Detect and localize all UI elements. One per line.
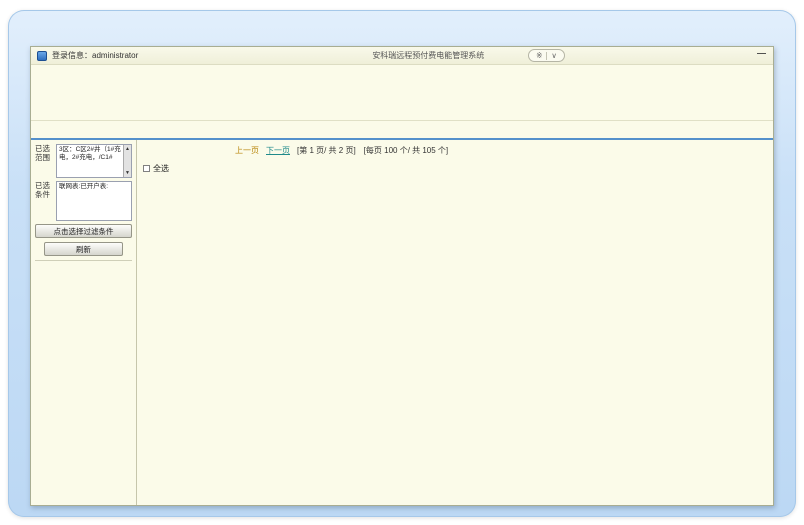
- document-tab-strip: [31, 121, 773, 140]
- style-icon[interactable]: ※: [536, 51, 542, 60]
- desktop-frame: 登录信息：administrator 安科瑞远程预付费电能管理系统 ※ ∨ — …: [8, 10, 796, 517]
- content-area: 已选范围 3区：C区2#井（1#充电，2#充电，/C1# ▲ ▼ 已选条件 联网…: [31, 140, 773, 505]
- pill-divider: [546, 52, 547, 60]
- select-all-label: 全选: [153, 163, 169, 174]
- app-window: 登录信息：administrator 安科瑞远程预付费电能管理系统 ※ ∨ — …: [30, 46, 774, 506]
- login-info: 登录信息：administrator: [52, 50, 138, 61]
- select-all-checkbox[interactable]: [143, 165, 150, 172]
- title-bar: 登录信息：administrator 安科瑞远程预付费电能管理系统 ※ ∨ —: [31, 47, 773, 65]
- selected-condition-box[interactable]: 联网表:已开户表:: [56, 181, 132, 221]
- app-icon: [37, 51, 47, 61]
- menu-bar: [31, 65, 773, 85]
- scroll-down-icon[interactable]: ▼: [125, 170, 130, 177]
- scroll-up-icon[interactable]: ▲: [125, 146, 130, 153]
- action-toolbar: 全选: [143, 160, 767, 177]
- building-tree: [35, 260, 132, 266]
- next-page-link[interactable]: 下一页: [266, 145, 290, 156]
- prev-page-link[interactable]: 上一页: [235, 145, 259, 156]
- refresh-button[interactable]: 刷新: [44, 242, 124, 256]
- select-filter-button[interactable]: 点击选择过滤条件: [35, 224, 132, 238]
- ribbon: [31, 85, 773, 121]
- range-box-scrollbar[interactable]: ▲ ▼: [123, 145, 131, 177]
- select-all[interactable]: 全选: [143, 163, 169, 174]
- main-panel: 上一页 下一页 [第 1 页/ 共 2 页] [每页 100 个/ 共 105 …: [137, 140, 773, 505]
- selected-range-label: 已选范围: [35, 144, 53, 178]
- app-title: 安科瑞远程预付费电能管理系统: [372, 50, 484, 61]
- selected-condition-label: 已选条件: [35, 181, 53, 221]
- minimize-button[interactable]: —: [757, 48, 766, 58]
- selected-range-box[interactable]: 3区：C区2#井（1#充电，2#充电，/C1# ▲ ▼: [56, 144, 132, 178]
- window-style-control[interactable]: ※ ∨: [528, 49, 565, 62]
- sidebar: 已选范围 3区：C区2#井（1#充电，2#充电，/C1# ▲ ▼ 已选条件 联网…: [31, 140, 137, 505]
- pagination: 上一页 下一页 [第 1 页/ 共 2 页] [每页 100 个/ 共 105 …: [235, 145, 767, 156]
- chevron-down-icon[interactable]: ∨: [551, 51, 557, 60]
- page-info: [第 1 页/ 共 2 页] [每页 100 个/ 共 105 个]: [297, 145, 448, 156]
